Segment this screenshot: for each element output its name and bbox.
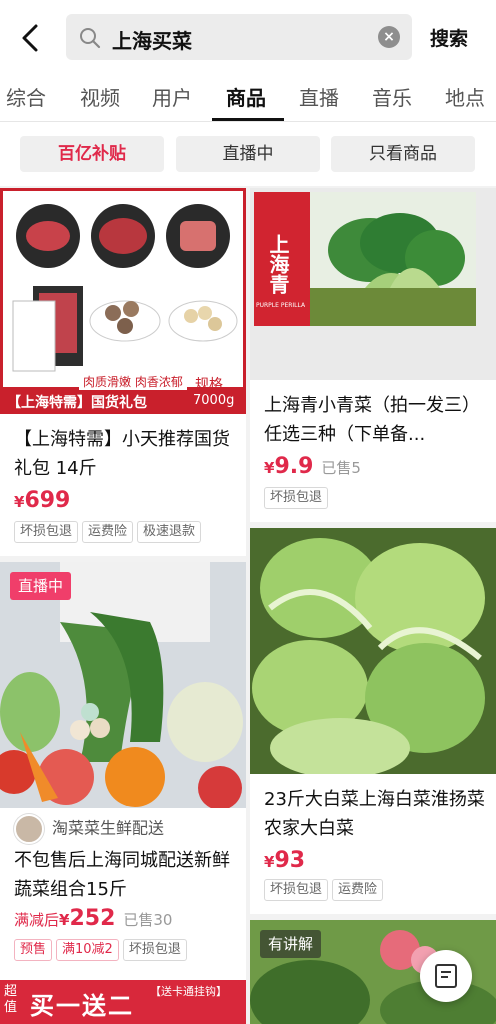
price-prefix: 满减后 xyxy=(14,911,60,929)
tab-video[interactable]: 视频 xyxy=(80,82,120,111)
image-banner: 【上海特需】国货礼包 xyxy=(7,395,147,411)
product-price: 满减后¥252 已售30 xyxy=(14,906,173,931)
tab-user[interactable]: 用户 xyxy=(152,82,192,111)
tab-all[interactable]: 综合 xyxy=(6,82,46,111)
product-tags: 预售 满10减2 坏损包退 xyxy=(14,938,191,961)
sold-count: 已售30 xyxy=(123,911,173,929)
shop-name: 淘菜菜生鲜配送 xyxy=(52,818,165,838)
top-bar: 上海买菜 × 搜索 xyxy=(0,0,496,72)
tab-goods[interactable]: 商品 xyxy=(226,82,266,111)
product-price: ¥9.9 已售5 xyxy=(264,454,361,479)
clear-icon[interactable]: × xyxy=(378,26,400,48)
product-card[interactable]: 直播中 淘菜菜生鲜配送 不包售后上海同城配送新鲜蔬菜组合15斤 满减后¥252 已… xyxy=(0,562,246,980)
product-title: 上海青小青菜（拍一发三）任选三种（下单备... xyxy=(264,395,480,445)
tag: 运费险 xyxy=(332,879,384,901)
tag: 预售 xyxy=(14,939,53,961)
tag: 极速退款 xyxy=(137,521,202,543)
product-image: 上海青 PURPLE PERILLA xyxy=(250,188,496,380)
spec-value: 7000g xyxy=(193,393,235,408)
back-icon[interactable] xyxy=(14,22,50,54)
search-input[interactable]: 上海买菜 × xyxy=(66,14,412,60)
product-image: 直播中 xyxy=(0,562,246,808)
live-badge: 直播中 xyxy=(10,572,72,600)
spec-label: 规格 xyxy=(195,377,223,393)
tab-music[interactable]: 音乐 xyxy=(372,82,412,111)
product-title: 不包售后上海同城配送新鲜蔬菜组合15斤 xyxy=(14,850,230,900)
avatar xyxy=(14,814,44,844)
filter-bar: 百亿补贴 直播中 只看商品 xyxy=(0,122,496,186)
product-tags: 坏损包退 运费险 极速退款 xyxy=(14,520,205,543)
promo-tag: 超值 xyxy=(4,984,18,1015)
sold-count: 已售5 xyxy=(321,459,361,477)
edit-float-button[interactable] xyxy=(420,950,472,1002)
product-card[interactable]: 23斤大白菜上海白菜淮扬菜农家大白菜 ¥93 坏损包退 运费险 xyxy=(250,528,496,914)
category-tabs: 综合 视频 用户 商品 直播 音乐 地点 xyxy=(0,72,496,122)
lecture-badge: 有讲解 xyxy=(260,930,322,958)
seed-pack-title: 上海青 xyxy=(266,234,290,294)
seed-pack-subtitle: PURPLE PERILLA xyxy=(256,302,306,309)
search-icon xyxy=(78,26,102,50)
tag: 满10减2 xyxy=(56,939,119,961)
promo-text: 买一送二 xyxy=(30,992,134,1020)
filter-live[interactable]: 直播中 xyxy=(176,136,320,172)
tag: 坏损包退 xyxy=(264,487,329,509)
shop-info[interactable]: 淘菜菜生鲜配送 xyxy=(14,814,164,844)
search-button[interactable]: 搜索 xyxy=(430,24,468,51)
tag: 坏损包退 xyxy=(122,939,187,961)
promo-note: 【送卡通挂钩】 xyxy=(150,985,227,998)
product-image: 肉质滑嫩 肉香浓郁 规格 7000g 【上海特需】国货礼包 xyxy=(0,188,246,414)
tag: 坏损包退 xyxy=(264,879,329,901)
filter-subsidy[interactable]: 百亿补贴 xyxy=(20,136,164,172)
product-title: 【上海特需】小天推荐国货礼包 14斤 xyxy=(14,429,230,479)
product-image xyxy=(250,528,496,774)
promo-banner[interactable]: 超值 买一送二 【送卡通挂钩】 xyxy=(0,980,246,1024)
product-tags: 坏损包退 xyxy=(264,486,332,509)
product-card[interactable]: 上海青 PURPLE PERILLA 上海青小青菜（拍一发三）任选三种（下单备.… xyxy=(250,188,496,522)
image-caption: 肉质滑嫩 肉香浓郁 xyxy=(79,373,187,390)
active-tab-indicator xyxy=(212,118,284,121)
tag: 坏损包退 xyxy=(14,521,79,543)
product-price: ¥699 xyxy=(14,488,71,513)
product-title: 23斤大白菜上海白菜淮扬菜农家大白菜 xyxy=(264,789,485,839)
product-card[interactable]: 肉质滑嫩 肉香浓郁 规格 7000g 【上海特需】国货礼包 【上海特需】小天推荐… xyxy=(0,188,246,556)
edit-icon xyxy=(435,964,457,988)
product-price: ¥93 xyxy=(264,848,306,873)
product-tags: 坏损包退 运费险 xyxy=(264,878,387,901)
tag: 运费险 xyxy=(82,521,134,543)
filter-goods-only[interactable]: 只看商品 xyxy=(331,136,475,172)
search-query: 上海买菜 xyxy=(112,29,192,53)
tab-live[interactable]: 直播 xyxy=(299,82,339,111)
tab-location[interactable]: 地点 xyxy=(445,82,485,111)
